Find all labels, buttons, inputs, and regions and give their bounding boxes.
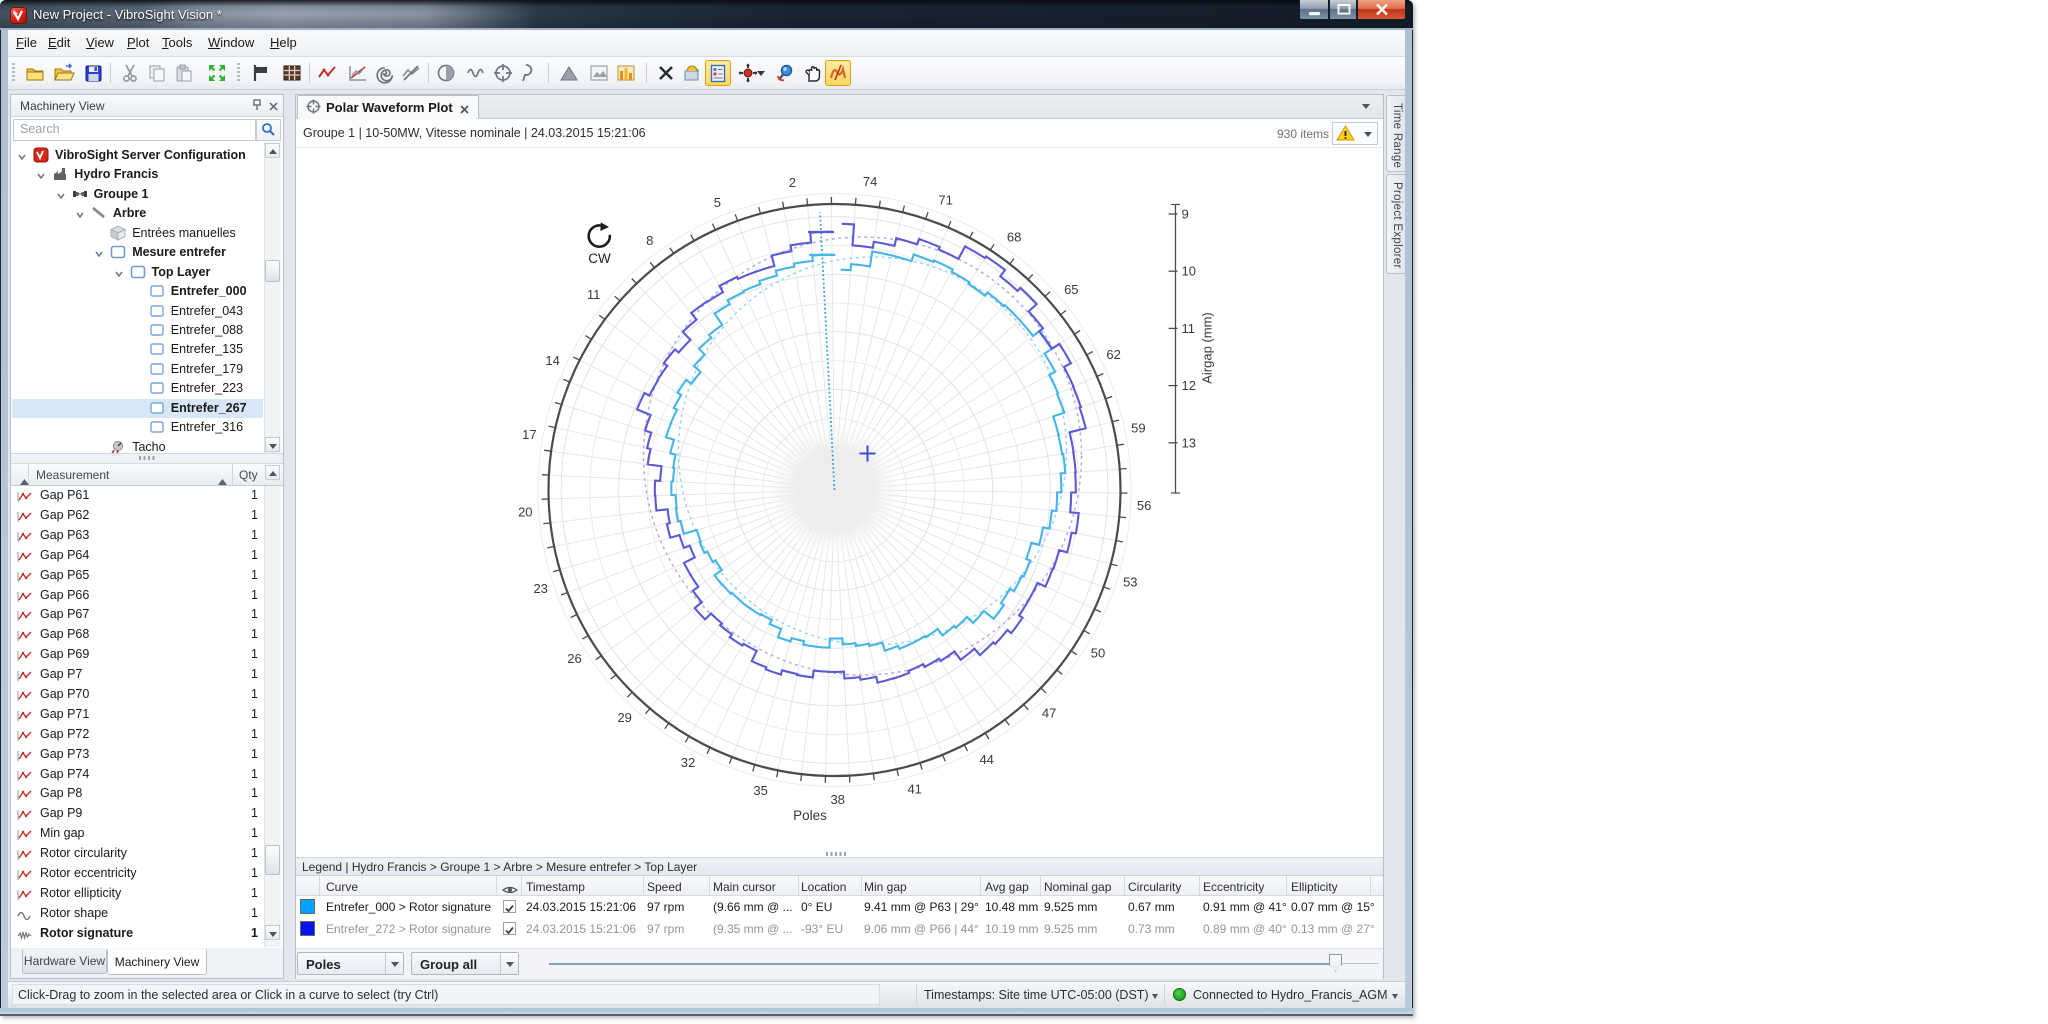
- svg-text:Airgap (mm): Airgap (mm): [1200, 312, 1215, 384]
- svg-text:68: 68: [1007, 229, 1021, 244]
- svg-text:11: 11: [587, 287, 601, 302]
- svg-text:32: 32: [681, 755, 695, 770]
- svg-text:17: 17: [522, 427, 536, 442]
- svg-text:62: 62: [1106, 347, 1120, 362]
- svg-text:74: 74: [863, 174, 877, 189]
- svg-text:13: 13: [1182, 435, 1196, 450]
- svg-text:CW: CW: [588, 251, 611, 266]
- svg-text:59: 59: [1131, 421, 1145, 436]
- svg-text:35: 35: [753, 783, 767, 798]
- svg-text:5: 5: [714, 195, 721, 210]
- svg-text:8: 8: [646, 233, 653, 248]
- svg-text:23: 23: [533, 581, 547, 596]
- svg-text:71: 71: [938, 193, 952, 208]
- svg-text:41: 41: [907, 781, 921, 796]
- svg-text:Poles: Poles: [793, 808, 827, 823]
- svg-text:14: 14: [545, 353, 559, 368]
- svg-text:44: 44: [979, 752, 993, 767]
- svg-text:38: 38: [830, 792, 844, 807]
- svg-text:53: 53: [1123, 575, 1137, 590]
- svg-text:56: 56: [1137, 498, 1151, 513]
- svg-text:10: 10: [1182, 264, 1196, 279]
- svg-text:2: 2: [789, 175, 796, 190]
- svg-text:12: 12: [1182, 378, 1196, 393]
- svg-text:50: 50: [1091, 645, 1105, 660]
- svg-text:47: 47: [1042, 706, 1056, 721]
- svg-text:11: 11: [1182, 321, 1196, 336]
- svg-text:65: 65: [1064, 282, 1078, 297]
- svg-text:9: 9: [1182, 207, 1189, 222]
- svg-text:29: 29: [617, 710, 631, 725]
- svg-text:26: 26: [567, 651, 581, 666]
- svg-text:20: 20: [518, 505, 532, 520]
